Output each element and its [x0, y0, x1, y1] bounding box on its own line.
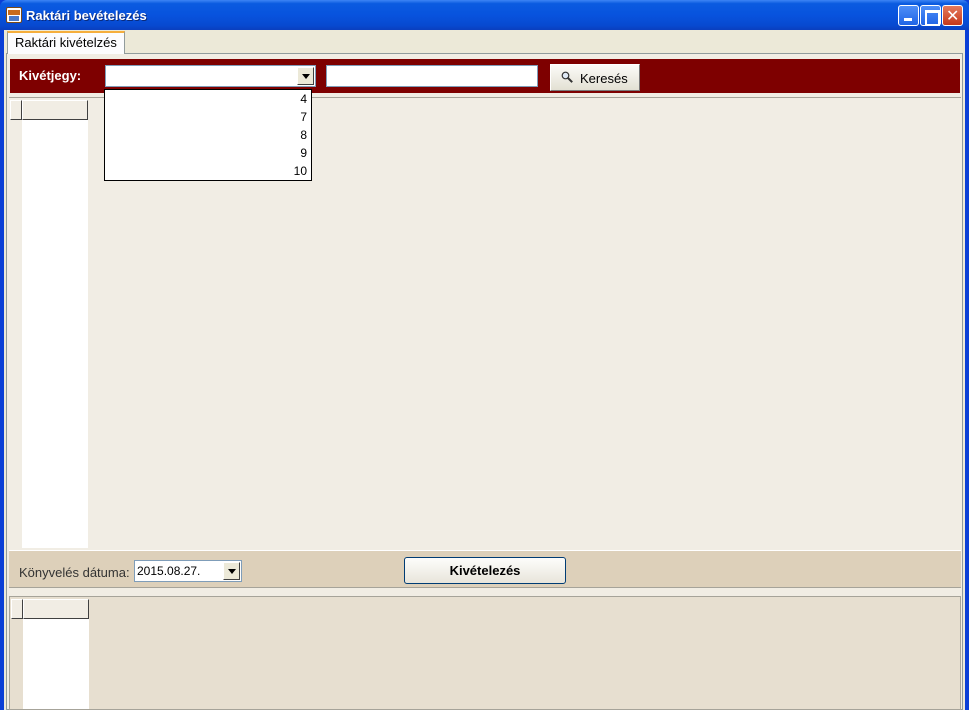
grid-column-header[interactable] — [23, 599, 89, 619]
grid-corner-cell[interactable] — [10, 100, 22, 120]
dropdown-option[interactable]: 4 — [105, 90, 311, 108]
kivetelezes-button[interactable]: Kivételezés — [404, 557, 566, 584]
kivetjegy-label: Kivétjegy: — [19, 68, 82, 83]
booking-date-value: 2015.08.27. — [137, 564, 201, 578]
minimize-icon[interactable] — [898, 5, 919, 26]
kivetjegy-dropdown-list: 4 7 8 9 10 — [104, 89, 312, 181]
dropdown-option[interactable]: 8 — [105, 126, 311, 144]
row-header-column — [10, 120, 22, 548]
search-bar: Kivétjegy: Keresés — [10, 59, 960, 93]
chevron-down-icon[interactable] — [297, 67, 314, 85]
app-icon[interactable] — [6, 7, 22, 23]
kivetjegy-combo[interactable] — [105, 65, 316, 87]
client-area: Kivétjegy: Keresés Könyvelés dátuma: 201… — [4, 30, 965, 710]
search-button-label: Keresés — [580, 71, 628, 86]
chevron-down-icon[interactable] — [223, 562, 240, 580]
detail-grid[interactable] — [9, 596, 961, 710]
magnifier-icon — [561, 71, 573, 83]
booking-date-label: Könyvelés dátuma: — [19, 565, 130, 580]
grid-column — [22, 100, 88, 548]
dropdown-option[interactable]: 10 — [105, 162, 311, 180]
search-button[interactable]: Keresés — [550, 64, 640, 91]
grid-column-header[interactable] — [22, 100, 88, 120]
title-bar[interactable]: Raktári bevételezés ✕ — [0, 0, 969, 30]
app-window: Raktári bevételezés ✕ Kivétjegy: Keresés — [0, 0, 969, 710]
search-input[interactable] — [326, 65, 538, 87]
maximize-icon[interactable] — [920, 5, 941, 26]
window-title: Raktári bevételezés — [26, 8, 147, 23]
dropdown-option[interactable]: 7 — [105, 108, 311, 126]
tab-raktari-kivetelzes[interactable]: Raktári kivételzés — [7, 31, 125, 54]
row-header-column — [11, 619, 23, 709]
close-icon[interactable]: ✕ — [942, 5, 963, 26]
booking-bar: Könyvelés dátuma: 2015.08.27. Kivételezé… — [9, 550, 961, 588]
booking-date-picker[interactable]: 2015.08.27. — [134, 560, 242, 582]
grid-corner-cell[interactable] — [11, 599, 23, 619]
dropdown-option[interactable]: 9 — [105, 144, 311, 162]
